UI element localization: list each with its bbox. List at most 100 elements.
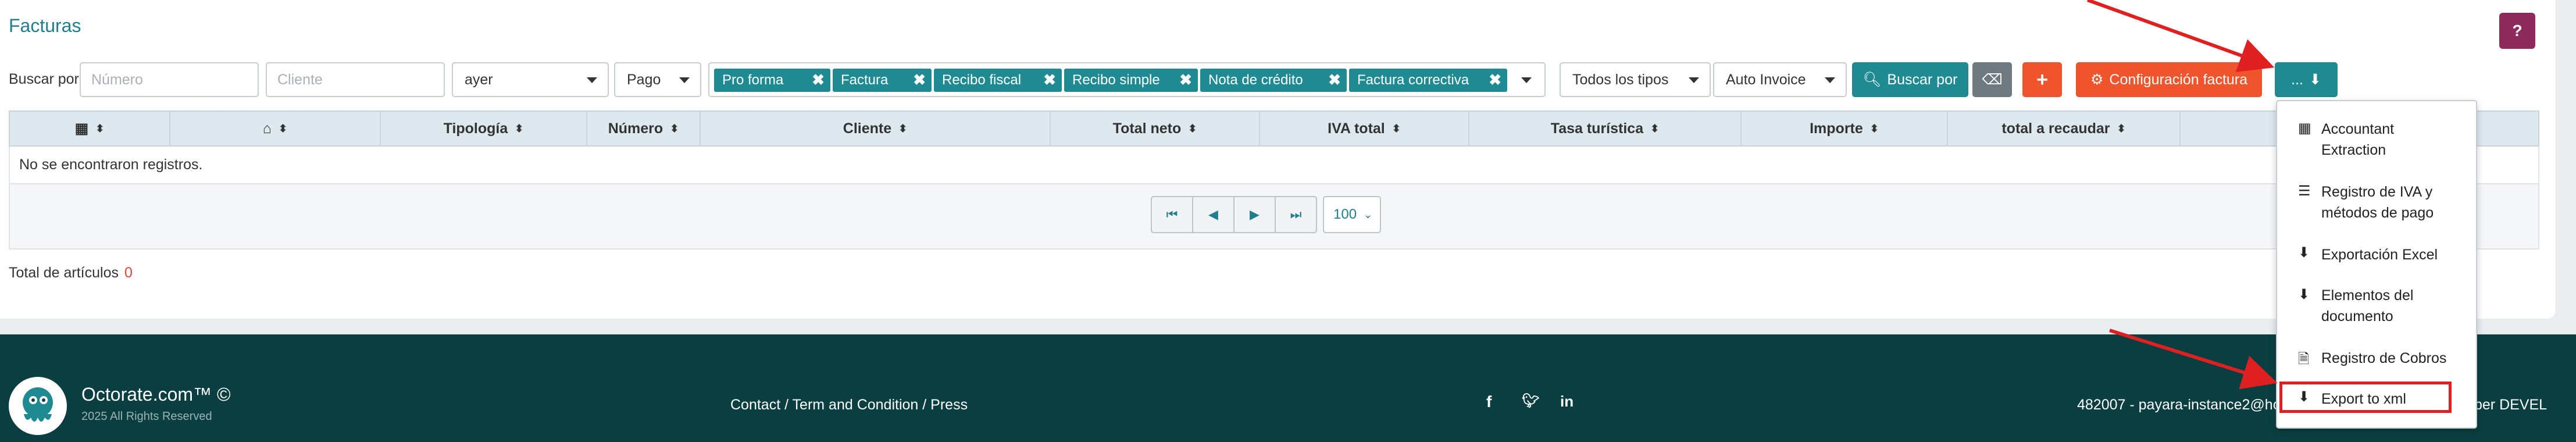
twitter-icon[interactable]: 🐦︎: [1522, 393, 1539, 409]
config-button-label: Configuración factura: [2109, 71, 2248, 88]
linkedin-icon[interactable]: in: [1560, 393, 1574, 411]
sort-icon: ⬍: [95, 122, 105, 134]
tag-factura-correctiva: Factura correctiva ✖: [1349, 69, 1507, 92]
total-label: Total de artículos: [9, 265, 119, 281]
col-label: Cliente: [843, 120, 892, 137]
remove-tag-icon[interactable]: ✖: [913, 71, 926, 89]
footer-instance: 482007 - payara-instance2@ho: [2077, 397, 2281, 413]
first-page-icon[interactable]: ⏮: [1152, 197, 1193, 232]
numero-input[interactable]: Número: [80, 62, 259, 97]
next-page-icon[interactable]: ▶: [1235, 197, 1276, 232]
tipos-select-value: Todos los tipos: [1572, 71, 1669, 88]
pago-select-value: Pago: [627, 71, 661, 88]
col-total-neto[interactable]: Total neto ⬍: [1051, 112, 1260, 145]
tag-label: Nota de crédito: [1208, 72, 1303, 88]
more-actions-button[interactable]: ... ⬇: [2275, 62, 2338, 97]
sort-icon: ⬍: [670, 122, 679, 134]
per-page-value: 100: [1333, 206, 1357, 222]
sort-icon: ⬍: [1869, 122, 1879, 134]
menu-label-line2: documento: [2321, 308, 2393, 325]
table-header: ▦ ⬍ ⌂ ⬍ Tipología ⬍ Número ⬍ Cliente ⬍ Total …: [9, 110, 2539, 147]
menu-item-label: Exportación Excel: [2299, 244, 2438, 265]
cliente-input[interactable]: Cliente: [266, 62, 445, 97]
date-select-value: ayer: [465, 71, 493, 88]
search-button[interactable]: 🔍︎ Buscar por: [1852, 62, 1968, 97]
col-importe[interactable]: Importe ⬍: [1742, 112, 1948, 145]
per-page-select[interactable]: 100 ⌄: [1323, 196, 1381, 233]
auto-invoice-select[interactable]: Auto Invoice: [1713, 62, 1847, 97]
tag-label: Factura correctiva: [1357, 72, 1469, 88]
col-iva-total[interactable]: IVA total ⬍: [1260, 112, 1469, 145]
col-date[interactable]: ▦ ⬍: [10, 112, 170, 145]
prev-page-icon[interactable]: ◀: [1193, 197, 1235, 232]
menu-item-label: Registro de Cobros: [2299, 348, 2446, 369]
last-page-icon[interactable]: ⏭: [1276, 197, 1316, 232]
col-label: Tipología: [443, 120, 508, 137]
empty-row: No se encontraron registros.: [9, 147, 2539, 184]
sort-icon: ⬍: [1188, 122, 1197, 134]
footer-links[interactable]: Contact / Term and Condition / Press: [730, 397, 968, 414]
menu-label-line1: Exportación Excel: [2321, 247, 2438, 263]
tag-factura: Factura ✖: [833, 69, 932, 92]
chevron-down-icon: [587, 77, 597, 83]
col-label: Importe: [1810, 120, 1863, 137]
help-button[interactable]: ?: [2499, 13, 2535, 49]
menu-label-line1: Registro de Cobros: [2321, 350, 2447, 366]
menu-item-label: Registro de IVA y métodos de pago: [2299, 181, 2434, 223]
auto-invoice-value: Auto Invoice: [1726, 71, 1806, 88]
document-type-multiselect[interactable]: Pro forma ✖ Factura ✖ Recibo fiscal ✖ Recib…: [708, 62, 1546, 97]
footer-brand: Octorate.com™ ©: [81, 384, 231, 405]
col-label: total a recaudar: [2001, 120, 2110, 137]
calendar-icon: ▦: [74, 120, 89, 137]
tag-label: Pro forma: [722, 72, 784, 88]
search-button-label: Buscar por: [1887, 71, 1958, 88]
tag-recibo-simple: Recibo simple ✖: [1064, 69, 1198, 92]
search-label: Buscar por: [9, 71, 79, 87]
col-label: Número: [608, 120, 663, 137]
pagination-area: ⏮ ◀ ▶ ⏭ 100 ⌄: [9, 184, 2539, 249]
col-total-recaudar[interactable]: total a recaudar ⬍: [1948, 112, 2181, 145]
tag-pro-forma: Pro forma ✖: [714, 69, 830, 92]
menu-label-line1: Registro de IVA y: [2321, 184, 2433, 200]
download-icon: ⬇: [2309, 72, 2321, 88]
menu-label-line2: Extraction: [2321, 142, 2386, 158]
remove-tag-icon[interactable]: ✖: [1489, 71, 1501, 89]
chevron-down-icon: [679, 77, 690, 83]
col-label: Tasa turística: [1550, 120, 1644, 137]
octorate-logo: [9, 377, 67, 435]
chevron-down-icon: [1689, 77, 1699, 83]
eraser-button[interactable]: ⌫: [1972, 62, 2012, 97]
date-select[interactable]: ayer: [452, 62, 609, 97]
sort-icon: ⬍: [515, 122, 524, 134]
tag-recibo-fiscal: Recibo fiscal ✖: [934, 69, 1062, 92]
menu-label-line2: métodos de pago: [2321, 205, 2434, 221]
footer: Octorate.com™ © 2025 All Rights Reserved…: [0, 334, 2576, 442]
col-home[interactable]: ⌂ ⬍: [170, 112, 381, 145]
remove-tag-icon[interactable]: ✖: [1328, 71, 1341, 89]
home-icon: ⌂: [262, 120, 272, 137]
sort-icon: ⬍: [1650, 122, 1660, 134]
col-cliente[interactable]: Cliente ⬍: [701, 112, 1051, 145]
tag-nota-de-credito: Nota de crédito ✖: [1200, 69, 1347, 92]
config-button[interactable]: ⚙ Configuración factura: [2076, 62, 2262, 97]
page-title: Facturas: [9, 15, 81, 36]
chevron-down-icon[interactable]: [1521, 77, 1532, 83]
tipos-select[interactable]: Todos los tipos: [1560, 62, 1711, 97]
search-icon: 🔍︎: [1863, 71, 1882, 88]
col-tasa-turistica[interactable]: Tasa turística ⬍: [1469, 112, 1742, 145]
footer-rights: 2025 All Rights Reserved: [81, 410, 212, 423]
facebook-icon[interactable]: f: [1486, 393, 1492, 411]
pago-select[interactable]: Pago: [614, 62, 701, 97]
remove-tag-icon[interactable]: ✖: [1043, 71, 1056, 89]
more-label: ...: [2291, 71, 2303, 88]
pagination: ⏮ ◀ ▶ ⏭: [1151, 196, 1317, 233]
main-panel: Facturas ? Buscar por Número Cliente aye…: [0, 0, 2556, 319]
col-numero[interactable]: Número ⬍: [587, 112, 701, 145]
sort-icon: ⬍: [279, 122, 288, 134]
add-button[interactable]: +: [2022, 62, 2062, 97]
col-tipologia[interactable]: Tipología ⬍: [381, 112, 587, 145]
menu-item-label: Accountant Extraction: [2299, 119, 2394, 161]
tag-label: Recibo simple: [1072, 72, 1160, 88]
remove-tag-icon[interactable]: ✖: [1179, 71, 1192, 89]
remove-tag-icon[interactable]: ✖: [812, 71, 825, 89]
